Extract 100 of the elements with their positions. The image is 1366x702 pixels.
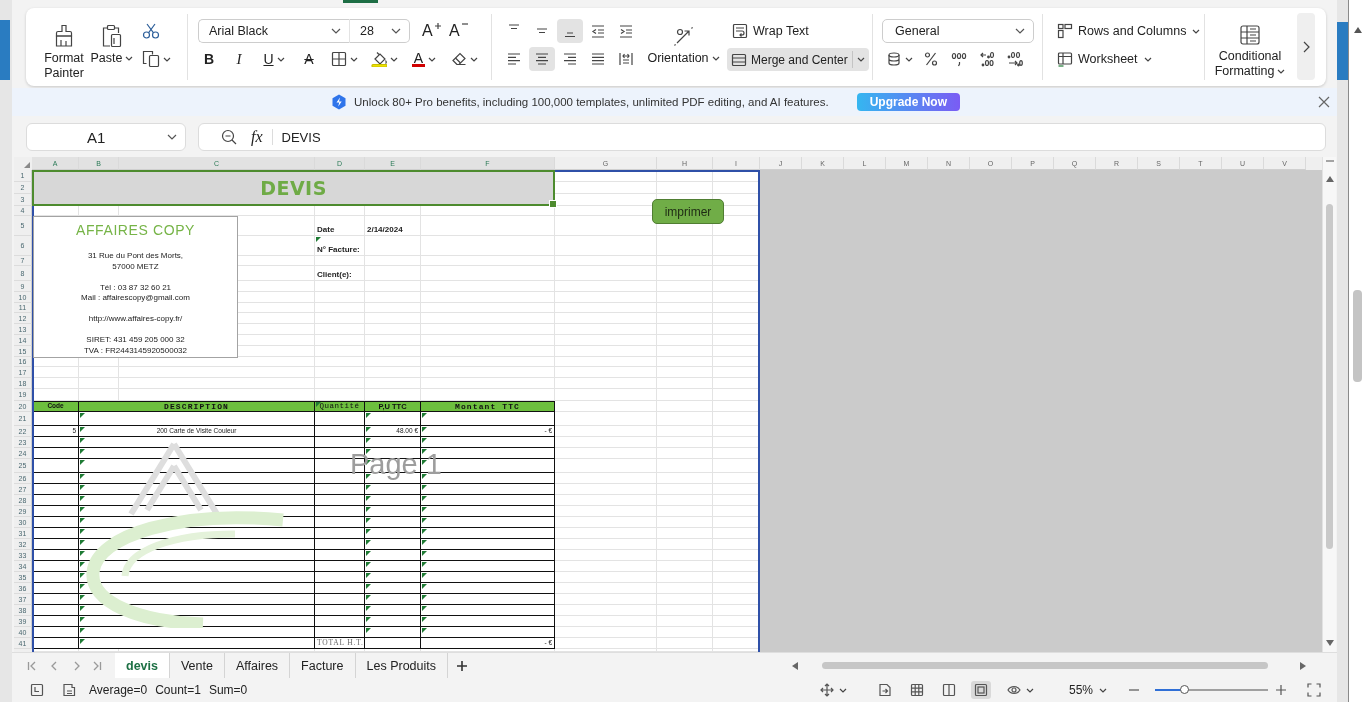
format-painter-button[interactable]: Format Painter <box>38 19 90 80</box>
font-size-dropdown[interactable]: 28 <box>350 19 410 43</box>
up-arrow-icon[interactable] <box>1353 27 1362 33</box>
align-bottom-icon <box>564 32 576 38</box>
font-name-dropdown[interactable]: Arial Black <box>198 19 350 43</box>
italic-button[interactable]: I <box>228 47 250 71</box>
align-left-icon <box>507 53 521 65</box>
title-text: DEVIS <box>260 178 327 198</box>
close-button[interactable] <box>1318 96 1330 108</box>
page-break-preview-button[interactable] <box>970 681 991 699</box>
rows-columns-icon <box>1057 23 1073 39</box>
sheet-tab[interactable]: Les Produits <box>355 653 448 678</box>
eraser-icon <box>450 51 467 67</box>
sheet-tab[interactable]: Vente <box>169 653 225 678</box>
slider-thumb[interactable] <box>1180 685 1190 694</box>
wrap-text-button[interactable]: Wrap Text <box>727 19 869 43</box>
caret-icon <box>856 57 865 62</box>
strikethrough-button[interactable]: A <box>298 47 320 71</box>
zoom-dropdown[interactable]: 55% <box>1068 683 1107 697</box>
caret-icon <box>163 56 171 62</box>
fullscreen-icon[interactable] <box>1307 683 1321 697</box>
last-sheet-icon[interactable] <box>92 660 102 671</box>
select-all-icon[interactable] <box>24 162 30 168</box>
orientation-button[interactable]: Orientation <box>645 19 722 66</box>
chevron-down-icon <box>391 28 401 34</box>
sheet-tab[interactable]: devis <box>115 653 170 678</box>
company-info-text: 31 Rue du Pont des Morts, <box>87 251 184 262</box>
caret-icon <box>125 56 134 62</box>
align-center-button[interactable] <box>529 47 555 71</box>
move-arrows-icon <box>819 683 834 697</box>
percent-icon <box>923 51 939 67</box>
company-textbox[interactable]: AFFAIRES COPY 31 Rue du Pont des Morts, 57000 METZ Tél : 03 87 32 60 21 Mail : affairescopy@gmail.com http://www.affaires-copy.fr/ SIRET: 431 459 205 000 32 TVA : FR2443145920500032 <box>33 216 238 358</box>
company-name: AFFAIRES COPY <box>75 221 196 239</box>
right-arrow-icon[interactable] <box>1300 661 1306 670</box>
scrollbar-thumb[interactable] <box>1326 204 1333 549</box>
worksheet-button[interactable]: Worksheet <box>1057 47 1204 71</box>
copy-icon <box>142 50 160 68</box>
zoom-out-icon[interactable] <box>221 129 237 145</box>
formula-input[interactable]: DEVIS <box>281 124 1325 150</box>
first-sheet-icon[interactable] <box>27 660 37 671</box>
background-window-edge <box>1337 22 1348 80</box>
insert-function-button[interactable]: fx <box>251 128 263 146</box>
decrease-decimal-icon <box>1007 51 1023 67</box>
name-box[interactable]: A1 <box>26 123 186 151</box>
sheet-tab[interactable]: Affaires <box>224 653 291 678</box>
caret-icon <box>1277 68 1286 74</box>
page-break-icon <box>973 683 988 697</box>
increase-font-size-button[interactable]: A <box>420 19 442 43</box>
underline-button[interactable]: U <box>258 47 290 71</box>
align-center-icon <box>535 53 549 65</box>
caret-icon <box>711 56 720 62</box>
bold-button[interactable]: B <box>198 47 220 71</box>
caret-icon <box>428 56 437 62</box>
clock-icon[interactable] <box>30 683 44 697</box>
field-label: Date <box>316 224 336 236</box>
macro-icon[interactable] <box>62 683 76 697</box>
up-arrow-icon[interactable] <box>1325 176 1334 182</box>
caret-icon <box>349 56 358 62</box>
print-button[interactable]: imprimer <box>652 199 724 224</box>
down-arrow-icon[interactable] <box>1325 640 1334 646</box>
caret-icon <box>469 56 478 62</box>
chevron-down-icon <box>331 28 341 34</box>
wrap-text-icon <box>732 23 748 39</box>
selection-handle-icon[interactable] <box>549 200 557 208</box>
status-stat: Average=0 <box>89 683 148 697</box>
distributed-icon <box>619 52 633 66</box>
add-sheet-icon[interactable] <box>456 659 468 672</box>
caret-icon <box>905 56 913 62</box>
company-info-text: Mail : affairescopy@gmail.com <box>81 293 190 304</box>
plus-icon <box>435 23 441 29</box>
align-right-icon <box>563 53 577 65</box>
move-button[interactable] <box>819 683 847 697</box>
decrease-indent-icon <box>591 24 605 38</box>
chevron-down-icon <box>167 134 177 140</box>
document-arrow-icon <box>877 683 892 697</box>
minus-icon <box>462 23 468 25</box>
decrease-font-size-button[interactable]: A <box>447 19 469 43</box>
upgrade-button[interactable]: Upgrade Now <box>856 93 960 111</box>
split-handle-icon[interactable] <box>1325 160 1334 162</box>
previous-sheet-icon[interactable] <box>49 660 59 671</box>
increase-decimal-icon <box>979 51 995 67</box>
clipboard-icon <box>101 24 123 48</box>
field-value: 2/14/2024 <box>366 224 404 236</box>
next-sheet-icon[interactable] <box>72 660 82 671</box>
font-color-button[interactable]: A <box>408 47 440 71</box>
scrollbar-thumb[interactable] <box>1353 290 1362 382</box>
company-info-text: TVA : FR2443145920500032 <box>83 345 187 356</box>
promo-text: Unlock 80+ Pro benefits, including 100,000 templates, unlimited PDF editing, and AI features. <box>354 96 829 108</box>
eye-icon <box>1006 683 1021 697</box>
number-format-dropdown[interactable]: General <box>882 19 1034 43</box>
status-stat: Count=1 <box>155 683 201 697</box>
scrollbar-thumb[interactable] <box>822 662 1268 669</box>
rows-and-columns-button[interactable]: Rows and Columns <box>1057 19 1204 43</box>
left-arrow-icon[interactable] <box>792 661 798 670</box>
paste-button[interactable]: Paste <box>90 19 134 66</box>
conditional-formatting-button[interactable]: Conditional Formatting <box>1205 19 1295 80</box>
eye-protection-button[interactable] <box>1006 683 1034 697</box>
sheet-tab[interactable]: Facture <box>290 653 356 678</box>
merge-and-center-button[interactable]: Merge and Center <box>727 48 869 71</box>
zoom-in-icon[interactable] <box>1275 684 1287 696</box>
